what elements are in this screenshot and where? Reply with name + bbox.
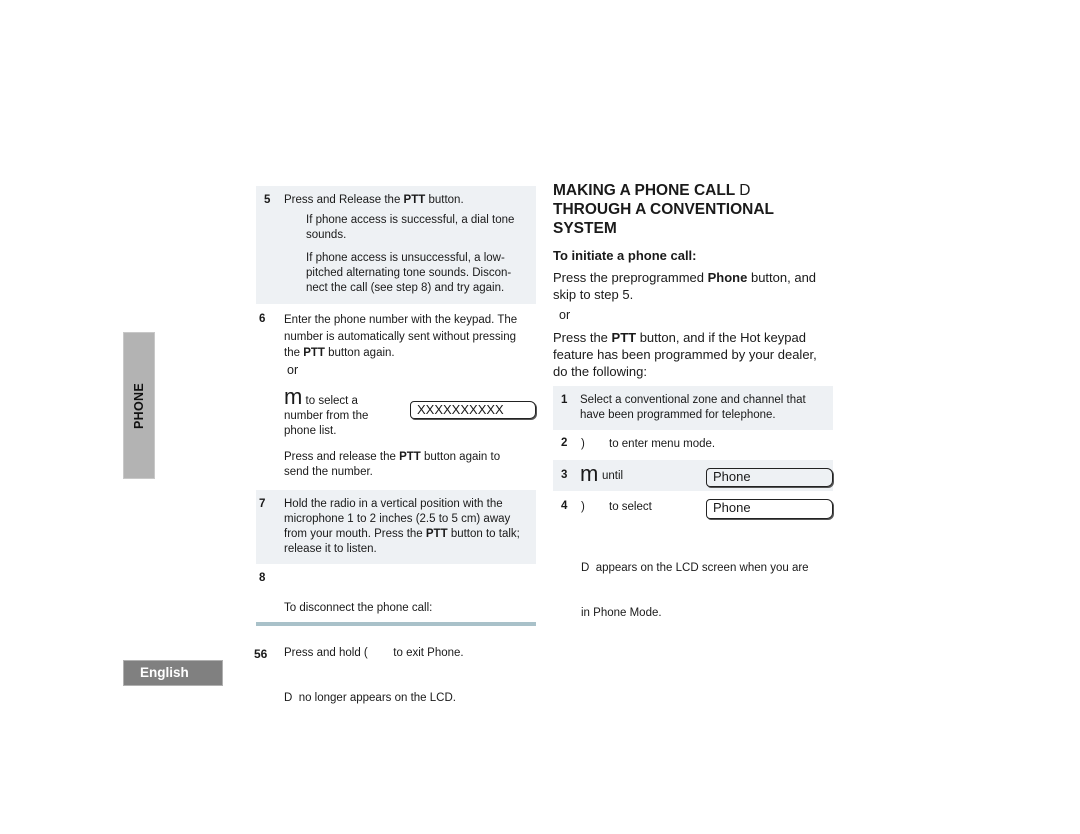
step-5-instruction: Press and Release the PTT button. (284, 193, 534, 208)
step-text: until (602, 470, 624, 482)
text: Select a conventional zone and channel t… (580, 394, 806, 406)
text: Enter the phone number with the keypad. … (284, 314, 518, 326)
text: D appears on the LCD screen when you are (581, 562, 809, 574)
step-6-block: 6 Enter the phone number with the keypad… (256, 304, 536, 490)
text: feature has been programmed by your deal… (553, 347, 817, 362)
step-text: to enter menu mode. (609, 438, 716, 450)
text: button again to (420, 451, 501, 463)
phone-button-label: Phone (707, 270, 748, 285)
step-6-instruction: Enter the phone number with the keypad. … (284, 312, 536, 378)
section-divider (256, 622, 536, 626)
phone-mode-icon: D (739, 182, 751, 199)
text: number is automatically sent without pre… (284, 330, 517, 343)
ptt-label: PTT (399, 451, 421, 463)
text: If phone access is unsuccessful, a low- (306, 252, 505, 264)
step-8-block: 8 To disconnect the phone call: Press an… (256, 564, 536, 704)
menu-key-icon: ) (581, 438, 585, 450)
text: button to talk; (447, 528, 520, 540)
menu-key-icon: ) (581, 501, 585, 513)
text: from your mouth. Press the (284, 528, 426, 540)
right-step-3: 3 m until Phone (553, 460, 833, 491)
text: Hold the radio in a vertical position wi… (284, 498, 503, 510)
heading-text: MAKING A PHONE CALL (553, 182, 735, 199)
text: button, and if the Hot keypad (636, 330, 806, 345)
step-5-failure: If phone access is unsuccessful, a low- … (306, 251, 534, 296)
lcd-display: Phone (706, 499, 833, 519)
step-5-block: 5 Press and Release the PTT button. If p… (256, 186, 536, 304)
step-7-instruction: Hold the radio in a vertical position wi… (284, 497, 536, 557)
section-tab-label: PHONE (132, 382, 146, 429)
step-number: 4 (561, 500, 568, 512)
ptt-label: PTT (303, 347, 325, 359)
right-step-1: 1 Select a conventional zone and channel… (553, 386, 833, 430)
lcd-display: Phone (706, 468, 833, 487)
text: number from the (284, 410, 369, 422)
phone-mode-note: D appears on the LCD screen when you are… (581, 531, 836, 636)
step-text: to select (609, 501, 652, 513)
ptt-paragraph: Press the PTT button, and if the Hot key… (553, 329, 843, 380)
heading-text: SYSTEM (553, 220, 617, 237)
text: Press the preprogrammed (553, 270, 708, 285)
step-5-success: If phone access is successful, a dial to… (306, 214, 515, 241)
ptt-label: PTT (403, 194, 426, 206)
step-number: 6 (259, 313, 266, 325)
step-8-instruction: To disconnect the phone call: Press and … (284, 571, 536, 736)
or-label: or (287, 362, 299, 377)
lcd-display: XXXXXXXXXX (410, 401, 536, 419)
step-number: 7 (259, 498, 266, 510)
menu-scroll-key-icon: m (580, 461, 599, 486)
text: Press and release the (284, 451, 400, 463)
text: D no longer appears on the LCD. (284, 692, 456, 704)
step-6-send: Press and release the PTT button again t… (284, 450, 534, 480)
step-7-block: 7 Hold the radio in a vertical position … (256, 490, 536, 564)
or-label: or (559, 308, 571, 322)
step-6-menu-select: m to select a number from the phone list… (284, 386, 404, 439)
text: the (284, 347, 304, 359)
ptt-label: PTT (425, 528, 448, 540)
text: do the following: (553, 364, 647, 379)
step-number: 1 (561, 394, 568, 406)
text: phone list. (284, 425, 337, 437)
heading-text: THROUGH A CONVENTIONAL (553, 201, 775, 218)
text: Press and Release the (284, 194, 404, 206)
step-number: 8 (259, 572, 266, 584)
text: button, and (747, 270, 817, 285)
right-step-4: 4 ) to select Phone (553, 491, 833, 521)
text: to select a (305, 395, 358, 407)
text: button. (425, 194, 464, 206)
subheading: To initiate a phone call: (553, 248, 697, 263)
text: pitched alternating tone sounds. Discon- (306, 267, 512, 279)
text: Press the (553, 330, 612, 345)
text: send the number. (284, 466, 373, 478)
language-tab-label: English (140, 665, 189, 680)
text: skip to step 5. (553, 287, 634, 302)
text: button again. (324, 347, 395, 359)
section-heading: MAKING A PHONE CALL D THROUGH A CONVENTI… (553, 181, 843, 238)
text: microphone 1 to 2 inches (2.5 to 5 cm) a… (284, 513, 511, 525)
step-number: 2 (561, 437, 568, 449)
step-text: Select a conventional zone and channel t… (580, 393, 832, 423)
text: have been programmed for telephone. (580, 409, 776, 421)
page-number: 56 (254, 647, 268, 661)
ptt-label: PTT (611, 330, 637, 345)
text: nect the call (see step 8) and try again… (306, 282, 505, 294)
menu-scroll-key-icon: m (284, 384, 303, 409)
step-number: 5 (264, 194, 271, 206)
language-tab: English (123, 660, 223, 686)
intro-paragraph: Press the preprogrammed Phone button, an… (553, 269, 843, 303)
text: release it to listen. (284, 543, 377, 555)
text: in Phone Mode. (581, 607, 662, 619)
step-number: 3 (561, 469, 568, 481)
right-step-2: 2 ) to enter menu mode. (553, 430, 833, 460)
text: To disconnect the phone call: (284, 602, 433, 614)
section-tab-phone: PHONE (123, 332, 155, 479)
text: Press and hold ( to exit Phone. (284, 647, 464, 659)
